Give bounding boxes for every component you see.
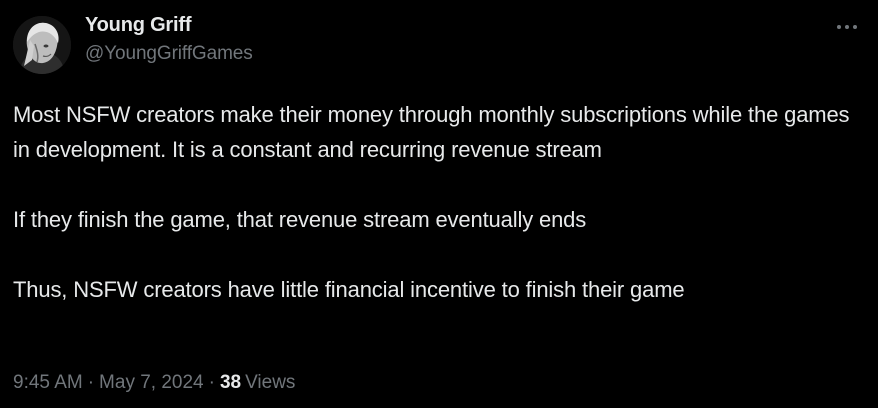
tweet-paragraph: If they finish the game, that revenue st… — [13, 207, 587, 232]
avatar[interactable] — [13, 16, 71, 74]
tweet-time[interactable]: 9:45 AM — [13, 372, 83, 393]
tweet-author: Young Griff @YoungGriffGames — [85, 15, 253, 63]
more-dots-icon — [837, 25, 857, 29]
separator-dot: · — [208, 372, 215, 393]
more-options-button[interactable] — [834, 14, 860, 40]
display-name[interactable]: Young Griff — [85, 15, 253, 35]
tweet-meta: 9:45 AM · May 7, 2024 · 38 Views — [13, 373, 295, 392]
tweet-paragraph: Thus, NSFW creators have little financia… — [13, 277, 685, 302]
tweet-text: Most NSFW creators make their money thro… — [13, 97, 858, 307]
tweet-paragraph: Most NSFW creators make their money thro… — [13, 102, 850, 162]
profile-photo-icon — [13, 16, 71, 74]
tweet-card: Young Griff @YoungGriffGames Most NSFW c… — [0, 0, 878, 408]
tweet-date[interactable]: May 7, 2024 — [99, 372, 204, 393]
separator-dot: · — [87, 372, 95, 393]
views-label: Views — [245, 372, 296, 393]
user-handle[interactable]: @YoungGriffGames — [85, 44, 253, 63]
views-count[interactable]: 38 — [220, 372, 241, 393]
